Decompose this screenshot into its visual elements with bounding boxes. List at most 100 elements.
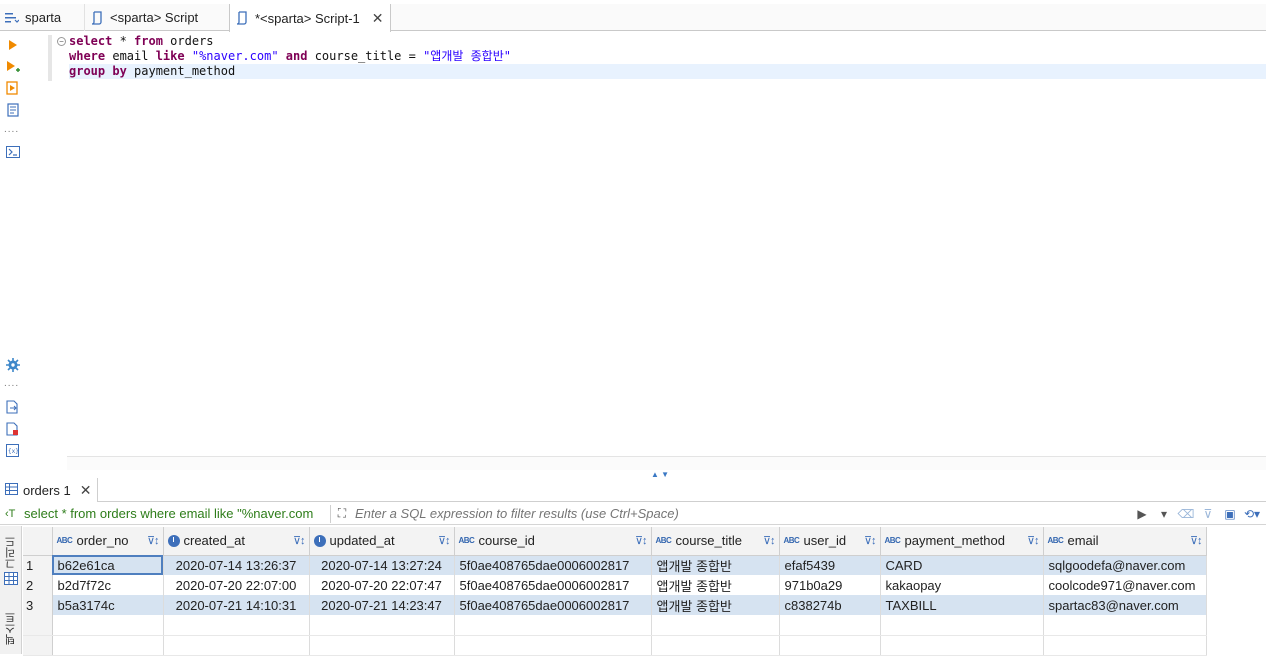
sql-string: "%naver.com" bbox=[191, 49, 279, 63]
cell-user-id[interactable]: c838274b bbox=[779, 595, 881, 615]
cell-email[interactable]: coolcode971@naver.com bbox=[1043, 575, 1207, 595]
column-header-order-no[interactable]: ABC order_no ⊽↕ bbox=[52, 527, 164, 556]
row-number-header[interactable] bbox=[23, 527, 53, 556]
cell-updated-at[interactable]: 2020-07-21 14:23:47 bbox=[309, 595, 455, 615]
filter-history-dropdown-icon[interactable]: ▾ bbox=[1156, 506, 1172, 522]
sort-filter-icon[interactable]: ⊽↕ bbox=[763, 534, 776, 547]
string-type-icon: ABC bbox=[783, 536, 800, 546]
results-grid[interactable]: ABC order_no ⊽↕ created_at ⊽↕ updated_at ⊽↕ ABC… bbox=[23, 527, 1207, 656]
cell-order-no[interactable]: b5a3174c bbox=[52, 595, 164, 615]
sql-code[interactable]: select * from orders where email like "%n… bbox=[69, 34, 1266, 79]
cell-order-no[interactable]: b2d7f72c bbox=[52, 575, 164, 595]
refresh-options-icon[interactable]: ⟲▾ bbox=[1244, 506, 1260, 522]
sql-token: * bbox=[112, 34, 135, 48]
row-number[interactable]: 1 bbox=[23, 555, 53, 575]
tab-grid-view[interactable]: 그리드 bbox=[1, 536, 20, 588]
sql-string: "앱개발 종합반" bbox=[423, 49, 511, 63]
row-number[interactable]: 2 bbox=[23, 575, 53, 595]
close-icon[interactable]: ✕ bbox=[80, 482, 92, 499]
column-header-updated-at[interactable]: updated_at ⊽↕ bbox=[309, 527, 455, 556]
cell-course-title[interactable]: 앱개발 종합반 bbox=[651, 575, 780, 595]
table-row[interactable]: 2 b2d7f72c 2020-07-20 22:07:00 2020-07-20 2… bbox=[23, 575, 1207, 595]
cell-course-title[interactable]: 앱개발 종합반 bbox=[651, 555, 780, 575]
cell-updated-at[interactable]: 2020-07-20 22:07:47 bbox=[309, 575, 455, 595]
execute-statement-icon[interactable] bbox=[5, 37, 20, 52]
row-number[interactable]: 3 bbox=[23, 595, 53, 615]
results-tab-label: orders 1 bbox=[23, 482, 71, 498]
cell-course-id[interactable]: 5f0ae408765dae0006002817 bbox=[454, 555, 652, 575]
file-lock-icon[interactable] bbox=[5, 421, 20, 436]
filter-input[interactable] bbox=[353, 503, 1134, 524]
sort-filter-icon[interactable]: ⊽↕ bbox=[1027, 534, 1040, 547]
code-line[interactable]: where email like "%naver.com" and course… bbox=[69, 49, 1266, 64]
column-header-course-title[interactable]: ABC course_title ⊽↕ bbox=[651, 527, 780, 556]
terminal-icon[interactable] bbox=[5, 144, 20, 159]
cell-course-title[interactable]: 앱개발 종합반 bbox=[651, 595, 780, 615]
close-icon[interactable]: ✕ bbox=[372, 10, 384, 27]
sql-keyword: select bbox=[69, 34, 113, 48]
cell-user-id[interactable]: efaf5439 bbox=[779, 555, 881, 575]
cell-payment-method[interactable]: kakaopay bbox=[880, 575, 1044, 595]
column-header-email[interactable]: ABC email ⊽↕ bbox=[1043, 527, 1207, 556]
cell-payment-method[interactable]: CARD bbox=[880, 555, 1044, 575]
execute-script-icon[interactable] bbox=[5, 80, 20, 95]
table-row[interactable]: 1 b62e61ca 2020-07-14 13:26:37 2020-07-14 1… bbox=[23, 555, 1207, 575]
expand-icon[interactable]: ⛶ bbox=[331, 506, 353, 521]
column-header-created-at[interactable]: created_at ⊽↕ bbox=[163, 527, 310, 556]
variables-icon[interactable]: {x} bbox=[5, 443, 20, 458]
cell-course-id[interactable]: 5f0ae408765dae0006002817 bbox=[454, 595, 652, 615]
cell-updated-at[interactable]: 2020-07-14 13:27:24 bbox=[309, 555, 455, 575]
export-icon[interactable] bbox=[5, 399, 20, 414]
empty-cell bbox=[52, 615, 164, 636]
sort-filter-icon[interactable]: ⊽↕ bbox=[147, 534, 160, 547]
tab-sparta[interactable]: sparta bbox=[0, 4, 84, 31]
sort-filter-icon[interactable]: ⊽↕ bbox=[293, 534, 306, 547]
cell-course-id[interactable]: 5f0ae408765dae0006002817 bbox=[454, 575, 652, 595]
empty-row bbox=[23, 615, 1207, 636]
cell-user-id[interactable]: 971b0a29 bbox=[779, 575, 881, 595]
cell-email[interactable]: spartac83@naver.com bbox=[1043, 595, 1207, 615]
cell-created-at[interactable]: 2020-07-21 14:10:31 bbox=[163, 595, 310, 615]
sort-filter-icon[interactable]: ⊽↕ bbox=[635, 534, 648, 547]
code-line[interactable]: select * from orders bbox=[69, 34, 1266, 49]
editor-horizontal-scrollbar[interactable] bbox=[67, 456, 1266, 470]
cell-email[interactable]: sqlgoodefa@naver.com bbox=[1043, 555, 1207, 575]
sql-editor[interactable]: − select * from orders where email like "… bbox=[24, 32, 1266, 472]
sql-keyword: like bbox=[155, 49, 185, 63]
sort-filter-icon[interactable]: ⊽↕ bbox=[864, 534, 877, 547]
column-name: created_at bbox=[183, 533, 245, 549]
table-row[interactable]: 3 b5a3174c 2020-07-21 14:10:31 2020-07-21 1… bbox=[23, 595, 1207, 615]
sort-filter-icon[interactable]: ⊽↕ bbox=[438, 534, 451, 547]
execute-new-tab-icon[interactable] bbox=[5, 59, 20, 74]
cell-created-at[interactable]: 2020-07-20 22:07:00 bbox=[163, 575, 310, 595]
column-header-course-id[interactable]: ABC course_id ⊽↕ bbox=[454, 527, 652, 556]
cell-order-no[interactable]: b62e61ca bbox=[52, 555, 164, 575]
sort-filter-icon[interactable]: ⊽↕ bbox=[1190, 534, 1203, 547]
cell-created-at[interactable]: 2020-07-14 13:26:37 bbox=[163, 555, 310, 575]
fold-collapse-icon[interactable]: − bbox=[57, 37, 66, 46]
grid-view-label: 그리드 bbox=[3, 536, 17, 569]
clear-filter-icon[interactable]: ⌫ bbox=[1178, 506, 1195, 522]
results-table: ABC order_no ⊽↕ created_at ⊽↕ updated_at ⊽↕ ABC… bbox=[23, 527, 1207, 656]
empty-cell bbox=[1043, 615, 1207, 636]
apply-filter-icon[interactable]: ▶ bbox=[1134, 506, 1150, 522]
statement-gutter-marker bbox=[48, 35, 52, 81]
column-header-payment-method[interactable]: ABC payment_method ⊽↕ bbox=[880, 527, 1044, 556]
sql-token: payment_method bbox=[126, 64, 236, 78]
tab-text-view[interactable]: 텍스트 bbox=[1, 612, 20, 645]
cell-payment-method[interactable]: TAXBILL bbox=[880, 595, 1044, 615]
empty-cell bbox=[880, 635, 1044, 656]
query-text[interactable]: ‹T select * from orders where email like… bbox=[0, 506, 330, 521]
save-settings-icon[interactable]: ▣ bbox=[1222, 506, 1238, 522]
explain-plan-icon[interactable] bbox=[5, 102, 20, 117]
grid-view-icon bbox=[3, 572, 18, 588]
settings-gear-icon[interactable] bbox=[5, 357, 20, 372]
tab-results-orders[interactable]: orders 1 ✕ bbox=[0, 478, 98, 502]
tab-sparta-script-1[interactable]: *<sparta> Script-1 ✕ bbox=[229, 4, 391, 32]
tab-sparta-script[interactable]: <sparta> Script bbox=[84, 4, 229, 31]
code-line[interactable]: group by payment_method bbox=[69, 64, 1266, 79]
column-header-user-id[interactable]: ABC user_id ⊽↕ bbox=[779, 527, 881, 556]
funnel-icon[interactable]: ⊽ bbox=[1200, 506, 1216, 522]
string-type-icon: ABC bbox=[56, 536, 73, 546]
